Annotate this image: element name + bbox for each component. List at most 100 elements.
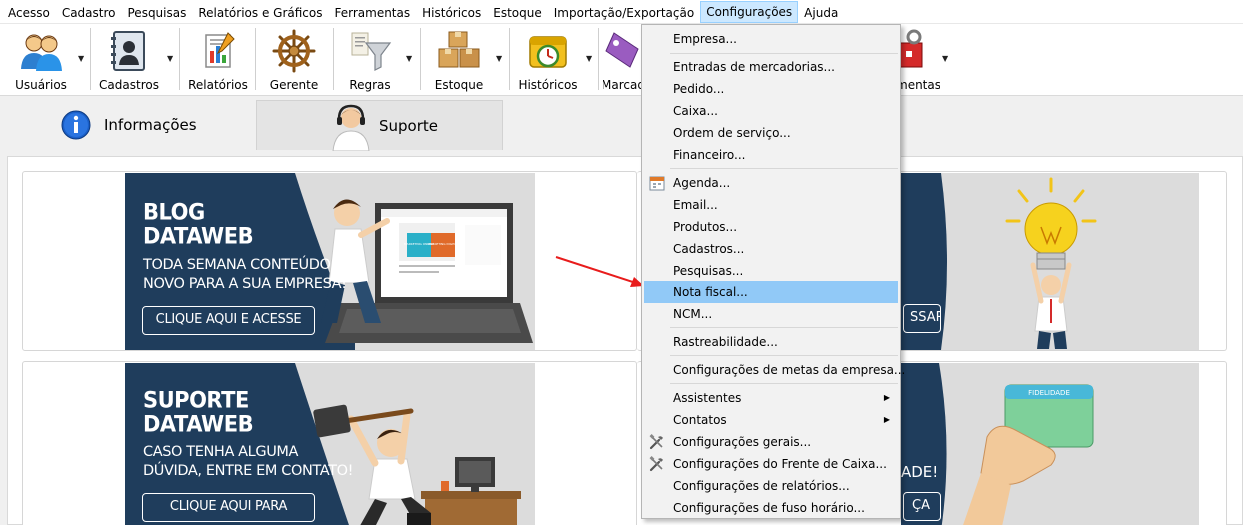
menu-divider (670, 355, 898, 356)
menu-item-pesquisas[interactable]: Pesquisas... (644, 260, 898, 282)
lightbulb-idea-illustration (901, 173, 1097, 350)
regras-dropdown-arrow[interactable]: ▼ (404, 24, 414, 96)
cadastros-button[interactable]: Cadastros (98, 24, 160, 96)
support-agent-icon (332, 104, 370, 151)
toolbar-separator (420, 28, 421, 90)
menu-configuracoes[interactable]: Configurações (700, 0, 799, 23)
chevron-down-icon: ▼ (586, 54, 593, 63)
usuarios-dropdown-arrow[interactable]: ▼ (76, 24, 86, 96)
menu-item-email[interactable]: Email... (644, 194, 898, 216)
tools-icon (649, 456, 663, 472)
red-arrow-annotation-icon (555, 256, 644, 287)
menu-item-assistentes[interactable]: Assistentes ▶ (644, 387, 898, 409)
calendar-icon (649, 176, 665, 191)
tag-icon (603, 28, 643, 74)
menu-item-cadastros[interactable]: Cadastros... (644, 238, 898, 260)
menu-item-contatos[interactable]: Contatos ▶ (644, 409, 898, 431)
menu-item-entradas-mercadorias[interactable]: Entradas de mercadorias... (644, 56, 898, 78)
cadastros-label: Cadastros (99, 78, 159, 92)
report-icon (195, 28, 241, 74)
right-bottom-banner[interactable]: FIDELIDADE ADE! (901, 363, 1199, 525)
toolbar-separator (509, 28, 510, 90)
menu-estoque[interactable]: Estoque (487, 1, 548, 23)
tab-suporte[interactable]: Suporte (256, 100, 503, 151)
laptop-tag-marketing-digital: MARKETING DIGITAL (428, 242, 459, 246)
menu-item-caixa[interactable]: Caixa... (644, 100, 898, 122)
menu-item-pedido[interactable]: Pedido... (644, 78, 898, 100)
menu-bar: Acesso Cadastro Pesquisas Relatórios e G… (0, 0, 1243, 24)
submenu-arrow-icon: ▶ (883, 415, 890, 424)
menu-item-ncm[interactable]: NCM... (644, 303, 898, 325)
historicos-label: Históricos (518, 78, 578, 92)
suporte-subtitle-line1: CASO TENHA ALGUMA (143, 444, 299, 460)
ferramentas-label: mentas (896, 78, 940, 92)
menu-item-configuracoes-fuso-horario[interactable]: Configurações de fuso horário... (644, 497, 898, 519)
usuarios-label: Usuários (15, 78, 67, 92)
estoque-dropdown-arrow[interactable]: ▼ (494, 24, 504, 96)
menu-item-configuracoes-relatorios[interactable]: Configurações de relatórios... (644, 475, 898, 497)
blog-title-line2: DATAWEB (143, 223, 254, 249)
menu-item-financeiro[interactable]: Financeiro... (644, 144, 898, 166)
menu-item-produtos[interactable]: Produtos... (644, 216, 898, 238)
menu-item-metas-empresa[interactable]: Configurações de metas da empresa... (644, 359, 905, 381)
menu-item-configuracoes-frente-caixa[interactable]: Configurações do Frente de Caixa... (644, 453, 898, 475)
historicos-dropdown-arrow[interactable]: ▼ (584, 24, 594, 96)
menu-divider (670, 53, 898, 54)
ferramentas-button[interactable]: mentas (896, 24, 940, 96)
menu-item-rastreabilidade[interactable]: Rastreabilidade... (644, 331, 898, 353)
right-top-access-button[interactable]: SSAR (903, 304, 941, 333)
chevron-down-icon: ▼ (496, 54, 503, 63)
cadastros-dropdown-arrow[interactable]: ▼ (165, 24, 175, 96)
history-clock-icon (525, 28, 571, 74)
menu-historicos[interactable]: Históricos (416, 1, 487, 23)
relatorios-button[interactable]: Relatórios (188, 24, 248, 96)
suporte-title-line2: DATAWEB (143, 411, 254, 437)
menu-divider (670, 168, 898, 169)
menu-importacao-exportacao[interactable]: Importação/Exportação (548, 1, 700, 23)
marcadores-label: Marcad (603, 78, 643, 92)
toolbar-separator (179, 28, 180, 90)
menu-ferramentas[interactable]: Ferramentas (328, 1, 416, 23)
regras-button[interactable]: Regras (340, 24, 400, 96)
menu-item-ordem-servico[interactable]: Ordem de serviço... (644, 122, 898, 144)
toolbar: Usuários ▼ Cadastros ▼ Relatórios Gerent… (0, 24, 1243, 96)
blog-access-button[interactable]: CLIQUE AQUI E ACESSE (142, 306, 315, 335)
suporte-access-button[interactable]: CLIQUE AQUI PARA ACESSAR (142, 493, 315, 522)
funnel-icon (347, 28, 393, 74)
tools-icon (649, 434, 663, 450)
menu-ajuda[interactable]: Ajuda (798, 1, 844, 23)
menu-acesso[interactable]: Acesso (2, 1, 56, 23)
marcadores-button[interactable]: Marcad (603, 24, 643, 96)
historicos-button[interactable]: Históricos (516, 24, 580, 96)
blog-subtitle-line2: NOVO PARA A SUA EMPRESA! (143, 276, 347, 292)
tab-informacoes[interactable]: Informações (60, 100, 197, 150)
ferramentas-dropdown-arrow[interactable]: ▼ (940, 24, 950, 96)
menu-item-nota-fiscal[interactable]: Nota fiscal... (644, 281, 898, 303)
menu-item-empresa[interactable]: Empresa... (644, 28, 898, 50)
tab-bar: Informações Suporte (0, 96, 1243, 154)
menu-pesquisas[interactable]: Pesquisas (122, 1, 193, 23)
menu-cadastro[interactable]: Cadastro (56, 1, 122, 23)
suporte-title-line1: SUPORTE (143, 387, 249, 413)
blog-title-line1: BLOG (143, 199, 205, 225)
menu-item-configuracoes-gerais[interactable]: Configurações gerais... (644, 431, 898, 453)
menu-item-agenda[interactable]: Agenda... (644, 172, 898, 194)
gerente-button[interactable]: Gerente (263, 24, 325, 96)
usuarios-button[interactable]: Usuários (10, 24, 72, 96)
tab-suporte-label: Suporte (379, 116, 439, 135)
menu-relatorios-graficos[interactable]: Relatórios e Gráficos (192, 1, 328, 23)
suporte-subtitle-line2: DÚVIDA, ENTRE EM CONTATO! (143, 463, 354, 479)
configuracoes-dropdown-menu: Empresa... Entradas de mercadorias... Pe… (641, 24, 905, 519)
estoque-button[interactable]: Estoque (428, 24, 490, 96)
right-top-banner[interactable] (901, 173, 1199, 350)
suporte-banner[interactable]: SUPORTE DATAWEB CASO TENHA ALGUMA DÚVIDA… (125, 363, 535, 525)
menu-divider (670, 383, 898, 384)
right-bottom-access-button[interactable]: ÇA (903, 492, 941, 521)
regras-label: Regras (349, 78, 391, 92)
relatorios-label: Relatórios (188, 78, 248, 92)
loyalty-card-illustration (901, 363, 1094, 525)
menu-divider (670, 327, 898, 328)
users-icon (18, 28, 64, 74)
blog-subtitle-line1: TODA SEMANA CONTEÚDO (143, 257, 331, 273)
blog-banner[interactable]: MARKETING ONLINE MARKETING DIGITAL BLOG … (125, 173, 535, 350)
